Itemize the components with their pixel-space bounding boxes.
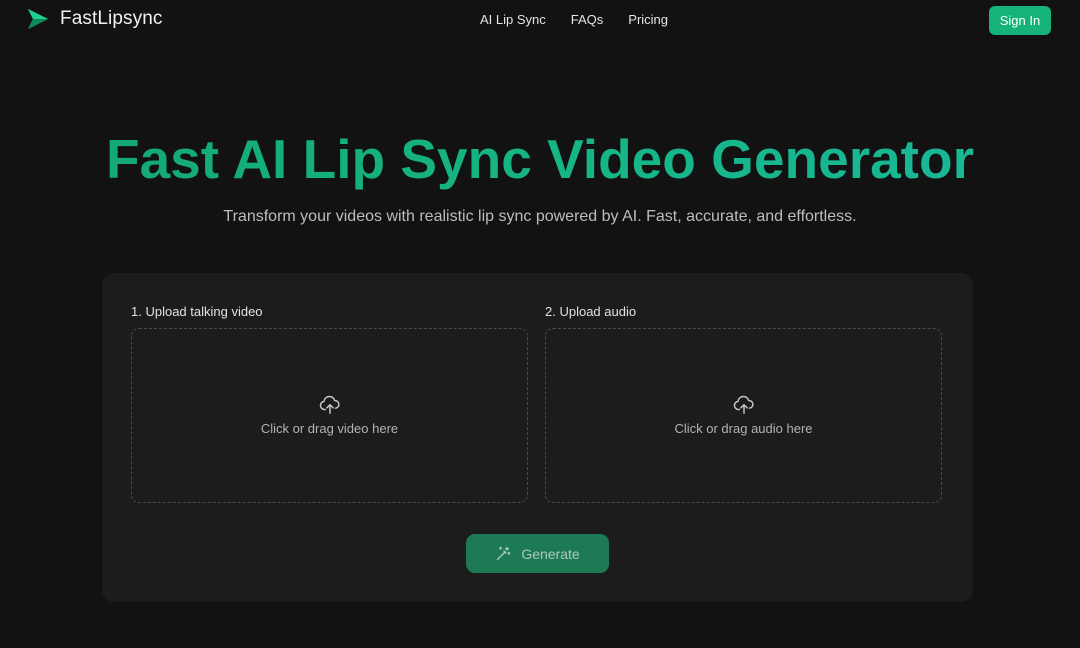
- play-logo-icon: [26, 8, 50, 30]
- sign-in-button[interactable]: Sign In: [989, 6, 1051, 35]
- video-dropzone-prompt: Click or drag video here: [260, 421, 399, 436]
- audio-dropzone[interactable]: Click or drag audio here: [545, 328, 942, 503]
- audio-upload-section: 2. Upload audio Click or drag audio here: [545, 303, 944, 503]
- cloud-upload-icon: [733, 395, 755, 415]
- lip-sync-form-card: 1. Upload talking video Click or drag vi…: [102, 273, 973, 602]
- generate-button[interactable]: Generate: [466, 534, 609, 573]
- video-upload-label: 1. Upload talking video: [131, 304, 263, 319]
- top-nav-bar: FastLipsync AI Lip Sync FAQs Pricing Sig…: [0, 0, 1080, 40]
- brand-name: FastLipsync: [60, 8, 163, 29]
- audio-dropzone-prompt: Click or drag audio here: [674, 421, 813, 436]
- nav-link-ai-lip-sync[interactable]: AI Lip Sync: [480, 12, 546, 27]
- video-dropzone[interactable]: Click or drag video here: [131, 328, 528, 503]
- nav-link-pricing[interactable]: Pricing: [628, 12, 668, 27]
- audio-upload-label: 2. Upload audio: [545, 304, 637, 319]
- page-subtitle: Transform your videos with realistic lip…: [223, 208, 857, 225]
- page-title: Fast AI Lip Sync Video Generator: [0, 125, 1080, 193]
- magic-wand-icon: [495, 546, 511, 562]
- nav-link-faqs[interactable]: FAQs: [571, 12, 604, 27]
- generate-button-label: Generate: [521, 545, 580, 562]
- brand-logo-link[interactable]: FastLipsync: [26, 8, 162, 30]
- main-nav: AI Lip Sync FAQs Pricing: [480, 12, 668, 27]
- cloud-upload-icon: [319, 395, 341, 415]
- page: FastLipsync AI Lip Sync FAQs Pricing Sig…: [0, 0, 1080, 648]
- video-upload-section: 1. Upload talking video Click or drag vi…: [131, 303, 530, 503]
